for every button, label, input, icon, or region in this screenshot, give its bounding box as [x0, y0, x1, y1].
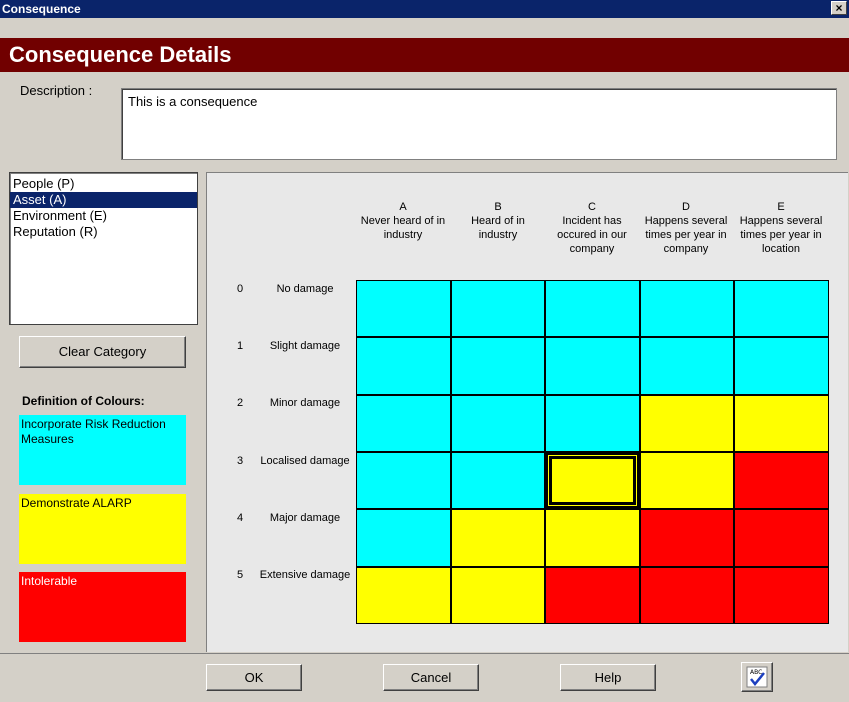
matrix-cell-b3[interactable] — [451, 452, 545, 509]
column-header-b: B Heard of in industry — [451, 200, 545, 242]
column-header-e: E Happens several times per year in loca… — [734, 200, 828, 256]
column-text: Happens several times per year in locati… — [739, 215, 823, 255]
description-label: Description : — [20, 83, 93, 98]
matrix-cell-b4[interactable] — [451, 510, 545, 566]
matrix-cell-a5[interactable] — [357, 567, 450, 623]
row-label: Minor damage — [269, 397, 341, 409]
footer-divider — [0, 653, 849, 654]
row-label: Slight damage — [269, 340, 341, 352]
colour-definition-cyan: Incorporate Risk Reduction Measures — [19, 415, 186, 485]
matrix-cell-b0[interactable] — [451, 281, 545, 337]
matrix-cell-e4[interactable] — [735, 510, 828, 566]
column-text: Happens several times per year in compan… — [644, 215, 728, 255]
row-label: Localised damage — [260, 455, 350, 467]
matrix-cell-c1[interactable] — [546, 338, 639, 394]
column-letter: B — [494, 201, 502, 213]
row-number: 5 — [237, 569, 244, 581]
column-letter: E — [777, 201, 785, 213]
column-text: Heard of in industry — [471, 215, 525, 241]
matrix-cell-c4[interactable] — [546, 510, 639, 566]
row-label: Extensive damage — [259, 569, 351, 581]
matrix-cell-d5[interactable] — [640, 567, 734, 623]
row-label: Major damage — [269, 512, 341, 524]
description-field[interactable]: This is a consequence — [121, 88, 837, 160]
colour-definition-red: Intolerable — [19, 572, 186, 642]
matrix-cell-c5[interactable] — [546, 567, 639, 623]
cancel-button[interactable]: Cancel — [383, 664, 479, 691]
category-item-people[interactable]: People (P) — [10, 176, 197, 192]
matrix-cell-b2[interactable] — [451, 395, 545, 451]
matrix-cell-a4[interactable] — [357, 510, 450, 566]
matrix-cell-e1[interactable] — [735, 338, 828, 394]
risk-matrix-grid — [356, 280, 829, 624]
row-number: 3 — [237, 455, 244, 467]
matrix-cell-e2[interactable] — [735, 395, 828, 451]
svg-text:ABC: ABC — [750, 669, 762, 676]
matrix-cell-a1[interactable] — [357, 338, 450, 394]
row-label: No damage — [276, 283, 334, 295]
matrix-cell-e0[interactable] — [735, 281, 828, 337]
row-number: 0 — [237, 283, 244, 295]
matrix-cell-d4[interactable] — [640, 510, 734, 566]
column-letter: D — [682, 201, 690, 213]
colour-definition-title: Definition of Colours: — [22, 394, 145, 408]
matrix-cell-e5[interactable] — [735, 567, 828, 623]
spellcheck-button[interactable]: ABC — [741, 662, 773, 692]
matrix-cell-c3[interactable] — [546, 452, 639, 509]
column-text: Never heard of in industry — [360, 215, 446, 241]
column-letter: A — [399, 201, 407, 213]
help-button[interactable]: Help — [560, 664, 656, 691]
column-header-d: D Happens several times per year in comp… — [639, 200, 733, 256]
ok-button[interactable]: OK — [206, 664, 302, 691]
matrix-cell-d1[interactable] — [640, 338, 734, 394]
category-item-asset[interactable]: Asset (A) — [10, 192, 197, 208]
category-list[interactable]: People (P) Asset (A) Environment (E) Rep… — [9, 172, 198, 325]
close-button[interactable]: × — [831, 1, 847, 15]
matrix-cell-a2[interactable] — [357, 395, 450, 451]
matrix-cell-e3[interactable] — [735, 452, 828, 509]
spellcheck-icon: ABC — [746, 666, 768, 688]
category-item-reputation[interactable]: Reputation (R) — [10, 224, 197, 240]
clear-category-button[interactable]: Clear Category — [19, 336, 186, 368]
column-header-a: A Never heard of in industry — [356, 200, 450, 242]
page-title: Consequence Details — [0, 38, 849, 72]
column-text: Incident has occured in our company — [557, 215, 627, 255]
category-item-environment[interactable]: Environment (E) — [10, 208, 197, 224]
row-number: 1 — [237, 340, 244, 352]
matrix-cell-a0[interactable] — [357, 281, 450, 337]
row-number: 4 — [237, 512, 244, 524]
window-title: Consequence — [2, 2, 81, 16]
column-header-c: C Incident has occured in our company — [545, 200, 639, 256]
column-letter: C — [588, 201, 596, 213]
matrix-cell-a3[interactable] — [357, 452, 450, 509]
matrix-cell-d3[interactable] — [640, 452, 734, 509]
matrix-cell-c0[interactable] — [546, 281, 639, 337]
matrix-cell-b1[interactable] — [451, 338, 545, 394]
window-titlebar: Consequence × — [0, 0, 849, 18]
matrix-cell-d2[interactable] — [640, 395, 734, 451]
row-number: 2 — [237, 397, 244, 409]
matrix-cell-c2[interactable] — [546, 395, 639, 451]
matrix-cell-d0[interactable] — [640, 281, 734, 337]
matrix-cell-b5[interactable] — [451, 567, 545, 623]
colour-definition-yellow: Demonstrate ALARP — [19, 494, 186, 564]
